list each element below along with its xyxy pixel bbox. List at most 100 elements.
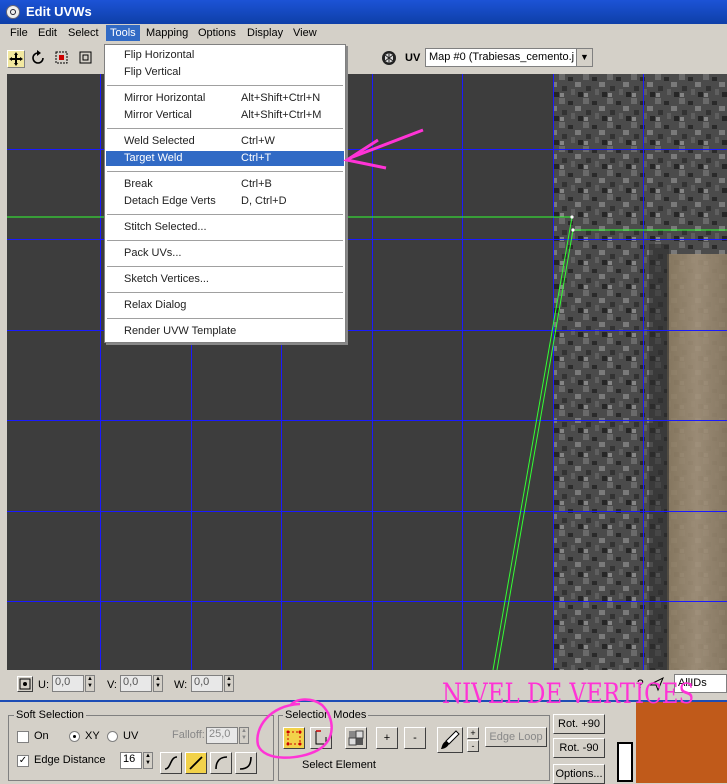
menu-separator [107,318,343,319]
menu-file[interactable]: File [10,27,28,39]
menu-separator [107,240,343,241]
menu-item-relax-dialog[interactable]: Relax Dialog [106,298,344,313]
menu-item-weld-selected[interactable]: Weld Selected Ctrl+W [106,134,344,149]
falloff-curve-sharp-button[interactable] [210,752,232,774]
paint-select-button[interactable] [437,727,463,753]
vertex-mode-button[interactable] [283,727,305,749]
options-button[interactable]: Options... [553,764,605,784]
brush-size-plus-button[interactable]: + [467,727,479,739]
v-spinner[interactable]: ▲ ▼ [153,675,163,692]
menu-item-pack-uvs[interactable]: Pack UVs... [106,246,344,261]
menu-tools[interactable]: Tools [106,25,140,41]
menu-item-detach-edge-verts[interactable]: Detach Edge Verts D, Ctrl+D [106,194,344,209]
menu-separator [107,128,343,129]
menu-item-render-uvw-template[interactable]: Render UVW Template [106,324,344,339]
show-map-button[interactable] [381,50,399,68]
edge-distance-spinner[interactable]: ▲ ▼ [143,752,153,769]
menu-separator [107,214,343,215]
menu-select[interactable]: Select [68,27,99,39]
falloff-curve-slow-button[interactable] [235,752,257,774]
face-mode-button[interactable] [345,727,367,749]
menu-item-break[interactable]: Break Ctrl+B [106,177,344,192]
curve-linear-icon [189,756,203,770]
falloff-input[interactable]: 25,0 [206,727,238,744]
falloff-curve-smooth-button[interactable] [160,752,182,774]
menu-edit[interactable]: Edit [38,27,57,39]
menu-bar: File Edit Select Tools Mapping Options D… [0,24,727,44]
curve-s-icon [164,756,178,770]
soft-selection-on-label: On [34,730,49,742]
bottom-panel: Soft Selection On XY UV Falloff: 25,0 ▲ ▼… [0,700,727,784]
uv-vertex[interactable] [571,228,575,232]
uv-radio[interactable] [107,731,118,742]
menu-item-flip-vertical[interactable]: Flip Vertical [106,65,344,80]
w-input[interactable]: 0,0 [191,675,223,692]
uv-radio-label: UV [123,730,139,742]
grow-selection-button[interactable]: + [376,727,398,749]
map-select[interactable]: Map #0 (Trabiesas_cemento.j ▼ [425,48,593,67]
title-bar: Edit UVWs [0,0,727,24]
menu-separator [107,292,343,293]
menu-item-mirror-vertical[interactable]: Mirror Vertical Alt+Shift+Ctrl+M [106,108,344,123]
vertex-icon [286,730,302,746]
menu-separator [107,171,343,172]
background-window [610,702,727,783]
falloff-spinner[interactable]: ▲ ▼ [239,727,249,744]
menu-item-stitch-selected[interactable]: Stitch Selected... [106,220,344,235]
chevron-down-icon[interactable]: ▼ [576,49,592,66]
menu-mapping[interactable]: Mapping [146,27,188,39]
brush-size-minus-button[interactable]: - [467,740,479,752]
edge-distance-checkbox[interactable]: ✓ [17,755,29,767]
select-element-label: Select Element [302,759,376,771]
scale-tool-button[interactable] [54,50,72,68]
edge-distance-input[interactable]: 16 [120,752,142,769]
menu-item-target-weld[interactable]: Target Weld Ctrl+T [106,151,344,166]
edge-distance-label: Edge Distance [34,754,106,766]
menu-item-sketch-vertices[interactable]: Sketch Vertices... [106,272,344,287]
shrink-selection-button[interactable]: - [404,727,426,749]
edge-loop-button[interactable]: Edge Loop [485,727,547,747]
u-spinner[interactable]: ▲ ▼ [85,675,95,692]
face-icon [348,730,364,746]
falloff-label: Falloff: [172,729,205,741]
menu-item-flip-horizontal[interactable]: Flip Horizontal [106,48,344,63]
u-input[interactable]: 0,0 [52,675,84,692]
scale-icon [55,51,68,64]
freeform-tool-button[interactable] [78,50,96,68]
select-element-checkbox[interactable] [283,760,295,772]
tools-dropdown-menu: Flip Horizontal Flip Vertical Mirror Hor… [104,44,346,343]
freeform-icon [79,51,92,64]
edge-mode-button[interactable] [310,727,332,749]
curve-slow-icon [239,756,252,770]
u-label: U: [38,679,49,691]
move-tool-button[interactable] [7,50,25,68]
uv-vertex[interactable] [570,215,574,219]
soft-selection-on-checkbox[interactable] [17,731,29,743]
v-input[interactable]: 0,0 [120,675,152,692]
annotation-text: NIVEL DE VERTICES [442,677,695,710]
move-icon [9,52,23,66]
curve-sharp-icon [215,756,228,770]
edge-icon [315,730,327,745]
falloff-curve-linear-button[interactable] [185,752,207,774]
menu-item-mirror-horizontal[interactable]: Mirror Horizontal Alt+Shift+Ctrl+N [106,91,344,106]
xy-label: XY [85,730,100,742]
window-title: Edit UVWs [26,4,92,19]
menu-view[interactable]: View [293,27,317,39]
soft-selection-title: Soft Selection [14,709,86,721]
crosshair-icon [19,678,31,690]
uv-label: UV [405,52,421,64]
w-spinner[interactable]: ▲ ▼ [224,675,234,692]
xy-radio[interactable] [69,731,80,742]
brush-icon [441,730,460,749]
map-select-value: Map #0 (Trabiesas_cemento.j [429,51,575,63]
rotate-tool-button[interactable] [30,50,48,68]
menu-options[interactable]: Options [198,27,236,39]
lock-selection-button[interactable] [17,676,33,692]
menu-separator [107,266,343,267]
menu-display[interactable]: Display [247,27,283,39]
rotate-plus-90-button[interactable]: Rot. +90 [553,714,605,734]
selection-modes-title: Selection Modes [283,709,369,721]
rotate-minus-90-button[interactable]: Rot. -90 [553,738,605,758]
menu-separator [107,85,343,86]
